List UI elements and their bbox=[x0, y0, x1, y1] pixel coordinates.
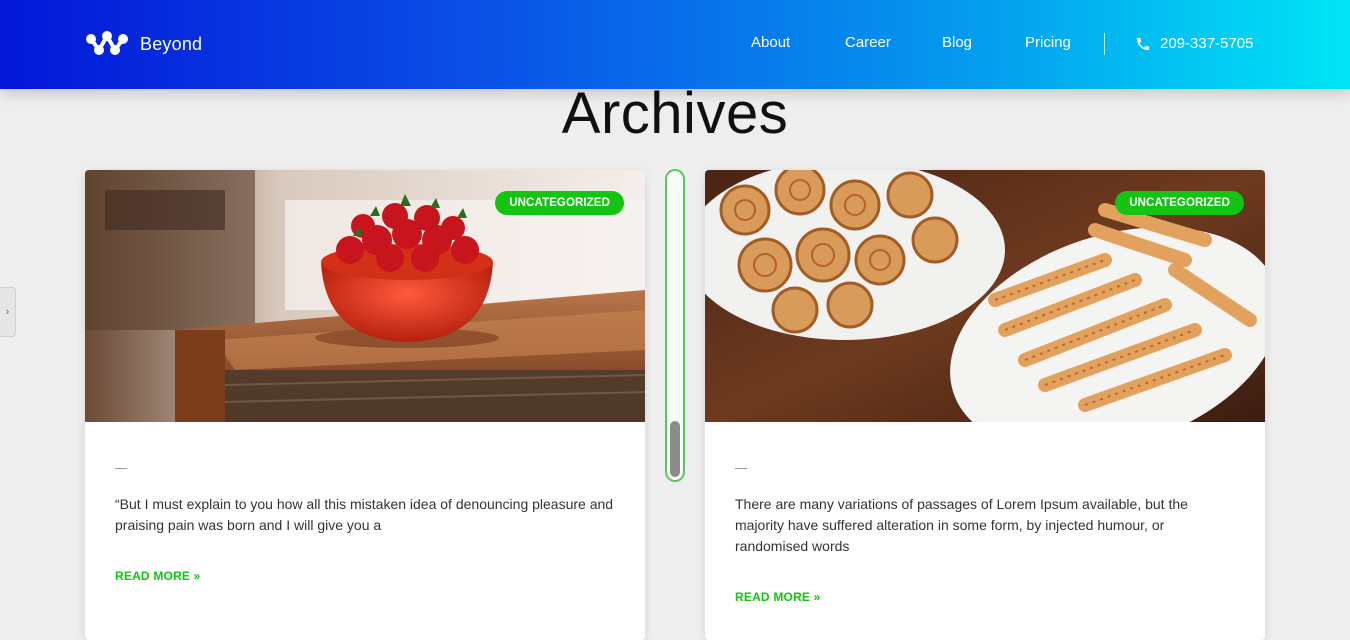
chevron-right-icon: › bbox=[5, 306, 10, 318]
page-title: Archives bbox=[561, 81, 789, 146]
post-image[interactable]: UNCATEGORIZED bbox=[705, 170, 1265, 422]
category-badge[interactable]: UNCATEGORIZED bbox=[1115, 191, 1244, 215]
vertical-scroller[interactable] bbox=[665, 169, 685, 482]
nav-about[interactable]: About bbox=[751, 34, 790, 51]
post-excerpt: “But I must explain to you how all this … bbox=[115, 496, 614, 533]
post-card: UNCATEGORIZED “But I must explain to you… bbox=[85, 170, 645, 640]
post-card: UNCATEGORIZED There are many variations … bbox=[705, 170, 1265, 640]
site-header: Beyond About Career Blog Pricing 209-337… bbox=[0, 0, 1350, 89]
scroller-thumb[interactable] bbox=[670, 421, 680, 477]
nav-career[interactable]: Career bbox=[845, 34, 891, 51]
brand-name: Beyond bbox=[140, 33, 203, 54]
phone-link[interactable]: 209-337-5705 bbox=[1135, 35, 1253, 52]
nav-divider bbox=[1104, 33, 1105, 55]
category-badge[interactable]: UNCATEGORIZED bbox=[495, 191, 624, 215]
nav-blog[interactable]: Blog bbox=[942, 34, 972, 51]
phone-number: 209-337-5705 bbox=[1160, 35, 1254, 52]
meta-divider bbox=[735, 468, 747, 469]
read-more-link[interactable]: READ MORE » bbox=[115, 569, 201, 583]
nav-pricing[interactable]: Pricing bbox=[1025, 34, 1071, 51]
brand-logo[interactable]: Beyond bbox=[84, 30, 202, 58]
side-panel-toggle[interactable]: › bbox=[0, 287, 16, 337]
read-more-link[interactable]: READ MORE » bbox=[735, 590, 821, 604]
meta-divider bbox=[115, 468, 127, 469]
post-excerpt: There are many variations of passages of… bbox=[735, 496, 1188, 554]
logo-icon bbox=[86, 31, 128, 55]
post-image[interactable]: UNCATEGORIZED bbox=[85, 170, 645, 422]
phone-icon bbox=[1137, 37, 1149, 50]
